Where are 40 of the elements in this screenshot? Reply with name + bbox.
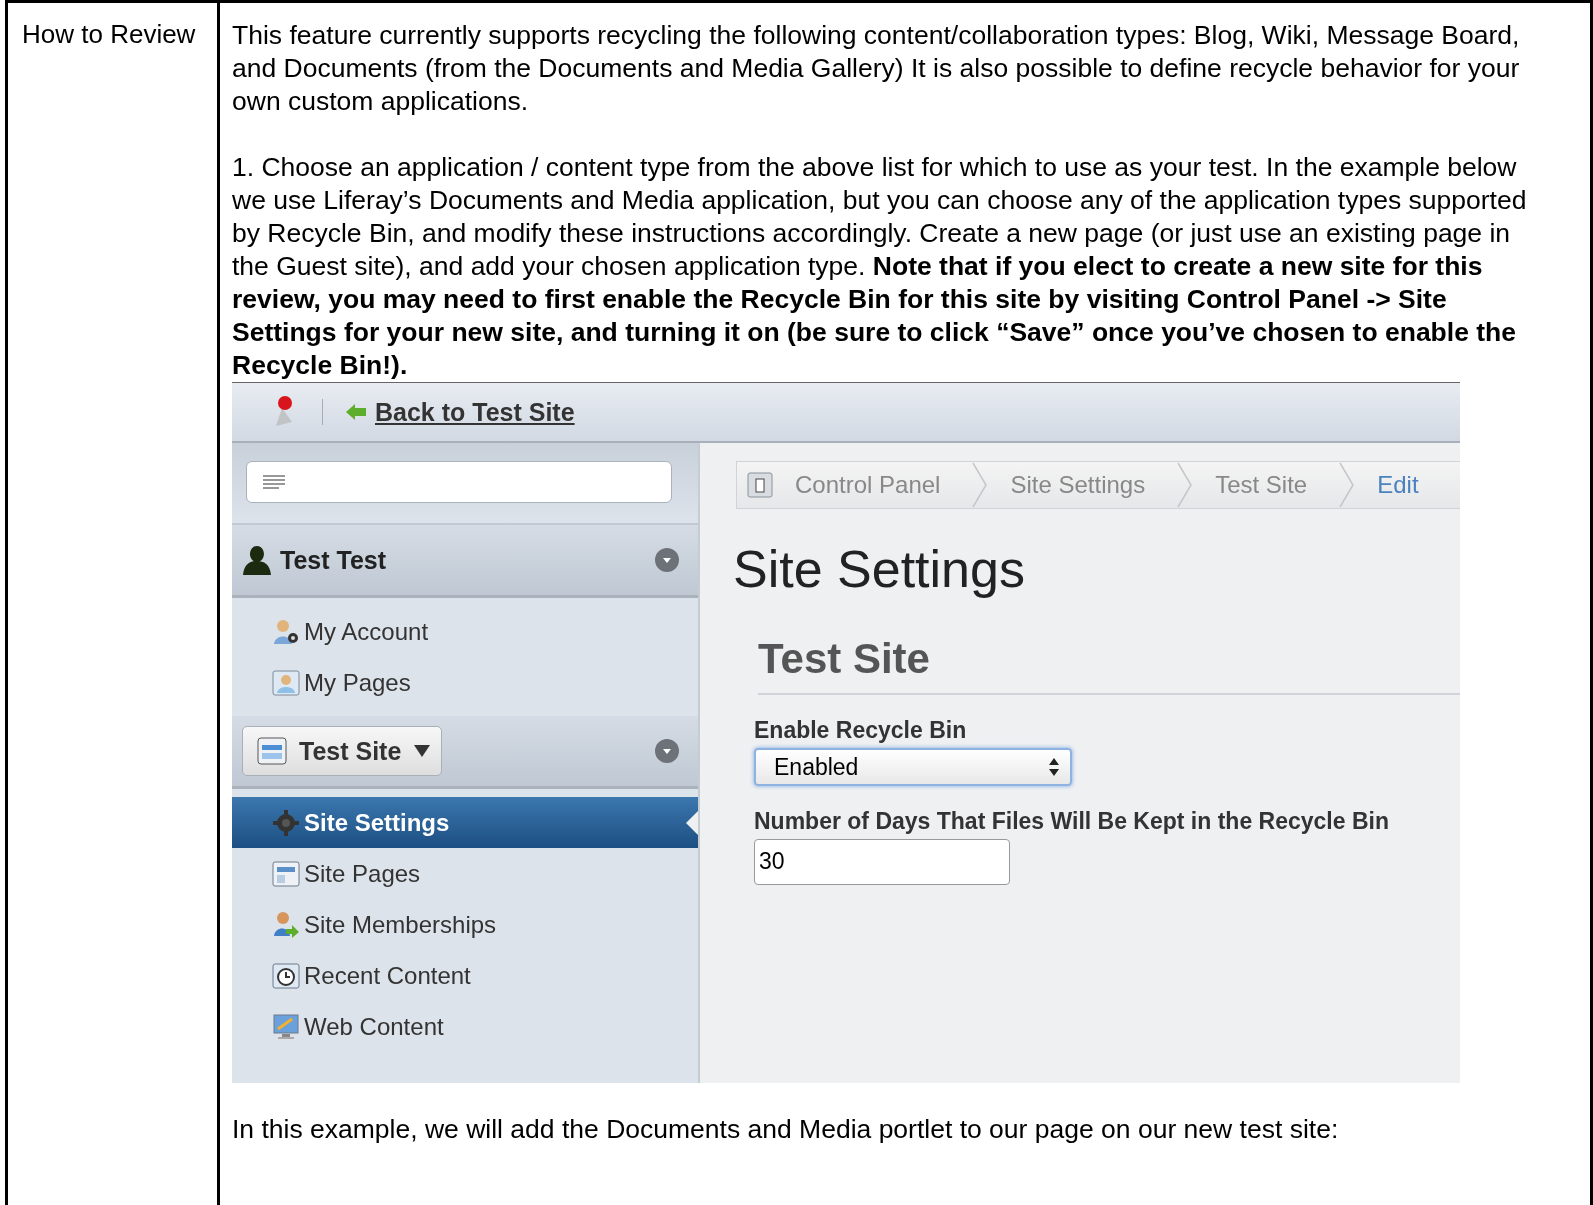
sidebar-item[interactable]: My Account bbox=[232, 606, 698, 657]
sidebar-item[interactable]: Site Settings bbox=[232, 797, 698, 848]
back-link[interactable]: Back to Test Site bbox=[345, 397, 575, 427]
field-label: Number of Days That Files Will Be Kept in the Recycle Bin bbox=[754, 808, 1390, 835]
search-field[interactable] bbox=[246, 461, 672, 503]
sidebar-item[interactable]: Recent Content bbox=[232, 950, 698, 1001]
chevron-icon bbox=[1177, 462, 1194, 508]
gear-icon bbox=[272, 808, 300, 837]
page-title: Site Settings bbox=[733, 539, 1026, 599]
monitor-icon bbox=[272, 1012, 300, 1041]
user-icon bbox=[240, 544, 274, 576]
dropdown-circle-icon[interactable] bbox=[654, 547, 680, 573]
sidebar-item[interactable]: Web Content bbox=[232, 1001, 698, 1052]
sidebar-item[interactable]: My Pages bbox=[232, 657, 698, 708]
field-label: Enable Recycle Bin bbox=[754, 717, 968, 744]
window-icon bbox=[272, 859, 300, 888]
row-label: How to Review bbox=[22, 19, 196, 49]
person-card-icon bbox=[272, 668, 300, 697]
lines-icon bbox=[261, 474, 287, 490]
caret-icon bbox=[413, 744, 432, 758]
select-field[interactable]: Enabled bbox=[754, 748, 1072, 786]
person-gear-icon bbox=[272, 617, 300, 646]
intro-paragraph: This feature currently supports recycling the following content/collaboration types: Blog, Wiki, Message Board, and Documents (from the Documents and Media Gallery) It is also possible to define recycle behavior for your own custom applications. bbox=[232, 19, 1521, 118]
panel-icon bbox=[747, 472, 773, 498]
up-down-arrows-icon bbox=[1048, 757, 1060, 777]
step-paragraph: 1. Choose an application / content type from the above list for which to use as your test. In the example below we use Liferay’s Documents and Media application, but you can choose any of the application types supported by Recycle Bin, and modify these instructions accordingly. Create a new page (or just use an existing page in the Guest site), and add your chosen application type. Note that if you elect to create a new site for this review, you may need to first enable the Recycle Bin for this site by visiting Control Panel -> Site Settings for your new site, and turning it on (be sure to click “Save” once you’ve chosen to enable the Recycle Bin!). bbox=[232, 151, 1528, 382]
person-arrow-icon bbox=[272, 910, 300, 939]
section-title: Test Site bbox=[758, 635, 1460, 695]
clock-icon bbox=[272, 961, 300, 990]
sidebar-item[interactable]: Site Memberships bbox=[232, 899, 698, 950]
chevron-icon bbox=[1339, 462, 1356, 508]
sidebar-item[interactable]: Site Pages bbox=[232, 848, 698, 899]
chevron-icon bbox=[972, 462, 989, 508]
site-selector-button[interactable]: Test Site bbox=[242, 726, 443, 776]
user-name: Test Test bbox=[280, 545, 387, 575]
dropdown-circle-icon[interactable] bbox=[654, 738, 680, 764]
closing-paragraph: In this example, we will add the Documents and Media portlet to our page on our new test site: bbox=[232, 1113, 1340, 1146]
input-field[interactable]: 30 bbox=[754, 839, 1010, 885]
arrow-left-icon bbox=[345, 403, 367, 421]
window-icon bbox=[257, 737, 287, 765]
